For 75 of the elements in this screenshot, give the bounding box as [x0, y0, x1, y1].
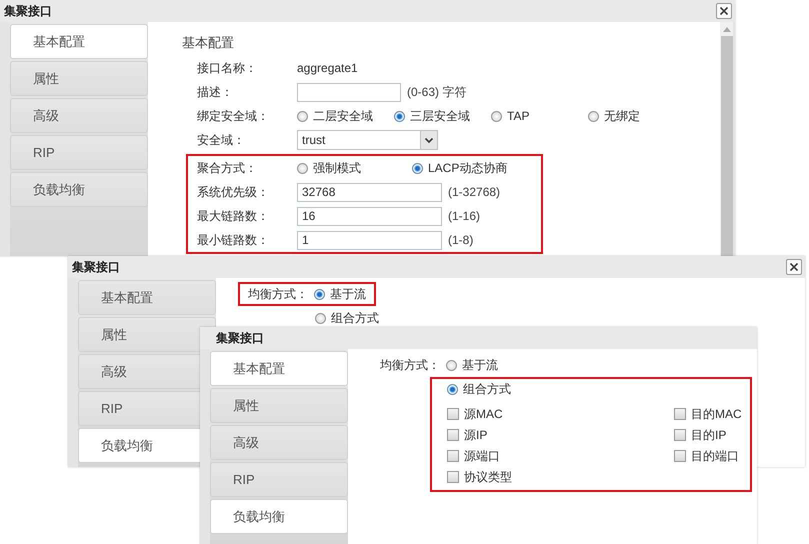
radio-label: LACP动态协商	[428, 160, 508, 176]
checkbox-label: 目的MAC	[691, 406, 742, 422]
caret-icon[interactable]	[420, 131, 437, 149]
radio-label: 强制模式	[313, 160, 361, 176]
range-hint: (1-16)	[448, 209, 480, 223]
field-label: 均衡方式：	[380, 357, 441, 374]
checkbox[interactable]	[447, 450, 459, 462]
field-label: 最小链路数：	[197, 232, 270, 248]
radio-button[interactable]	[314, 288, 325, 300]
close-icon[interactable]	[786, 259, 802, 275]
radio-button[interactable]	[412, 162, 423, 174]
field-label: 绑定安全域：	[197, 108, 270, 124]
checkbox-label: 协议类型	[464, 468, 512, 486]
checkbox-label: 源端口	[464, 448, 500, 464]
window-title: 集聚接口	[72, 258, 120, 276]
section-heading: 基本配置	[182, 34, 235, 52]
input-field[interactable]	[297, 82, 401, 102]
radio-button[interactable]	[447, 384, 458, 394]
window-title: 集聚接口	[4, 2, 52, 20]
sidebar-tab[interactable]: 属性	[78, 317, 216, 352]
input-field[interactable]: 32768	[297, 182, 442, 202]
sidebar-tab[interactable]: 高级	[10, 98, 148, 133]
sidebar-tab[interactable]: 基本配置	[78, 280, 216, 315]
radio-label: 二层安全域	[313, 108, 373, 124]
radio-label: 无绑定	[604, 108, 640, 124]
radio-button[interactable]	[297, 162, 308, 174]
range-hint: (0-63) 字符	[407, 84, 466, 100]
checkbox[interactable]	[674, 429, 686, 441]
radio-label: 组合方式	[331, 310, 379, 326]
sidebar-tab[interactable]: 属性	[210, 388, 348, 423]
radio-button[interactable]	[491, 110, 502, 122]
up-arrow-icon[interactable]	[722, 27, 730, 32]
radio-button[interactable]	[446, 360, 457, 370]
sidebar-tab[interactable]: 基本配置	[210, 351, 348, 386]
field-value: aggregate1	[297, 61, 358, 75]
range-hint: (1-8)	[448, 233, 474, 247]
sidebar-tab[interactable]: RIP	[10, 135, 148, 170]
checkbox[interactable]	[674, 450, 686, 462]
input-field[interactable]: 16	[297, 206, 442, 226]
input-field[interactable]: 1	[297, 230, 442, 250]
field-label: 均衡方式：	[248, 286, 309, 303]
close-icon[interactable]	[716, 3, 732, 19]
range-hint: (1-32768)	[448, 185, 500, 199]
field-label: 聚合方式：	[197, 160, 258, 176]
sidebar-tab[interactable]: RIP	[210, 462, 348, 497]
radio-button[interactable]	[394, 110, 405, 122]
checkbox[interactable]	[447, 471, 459, 483]
field-label: 最大链路数：	[197, 208, 270, 224]
radio-label: 基于流	[330, 286, 366, 302]
sidebar-tab[interactable]: 负载均衡	[210, 499, 348, 534]
checkbox-label: 目的端口	[691, 448, 739, 464]
field-label: 系统优先级：	[197, 184, 270, 200]
checkbox[interactable]	[674, 408, 686, 420]
checkbox-label: 目的IP	[691, 426, 726, 444]
dropdown[interactable]: trust	[297, 130, 438, 150]
window-title: 集聚接口	[216, 330, 264, 346]
radio-label: 组合方式	[463, 380, 511, 398]
checkbox[interactable]	[447, 429, 459, 441]
checkbox-label: 源MAC	[464, 406, 503, 422]
field-label: 描述：	[197, 84, 234, 100]
sidebar-tab[interactable]: 负载均衡	[10, 172, 148, 207]
checkbox[interactable]	[447, 408, 459, 420]
radio-button[interactable]	[297, 110, 308, 122]
sidebar-tab[interactable]: 属性	[10, 61, 148, 96]
scrollbar[interactable]	[720, 22, 733, 256]
radio-label: TAP	[507, 109, 530, 123]
field-label: 安全域：	[197, 132, 246, 148]
sidebar-tab[interactable]: 高级	[210, 425, 348, 460]
radio-label: 三层安全域	[410, 108, 470, 124]
radio-button[interactable]	[588, 110, 599, 122]
radio-label: 基于流	[462, 356, 498, 374]
sidebar-tab[interactable]: 基本配置	[10, 24, 148, 59]
radio-button[interactable]	[315, 312, 326, 324]
field-label: 接口名称：	[197, 60, 258, 76]
checkbox-label: 源IP	[464, 426, 488, 444]
